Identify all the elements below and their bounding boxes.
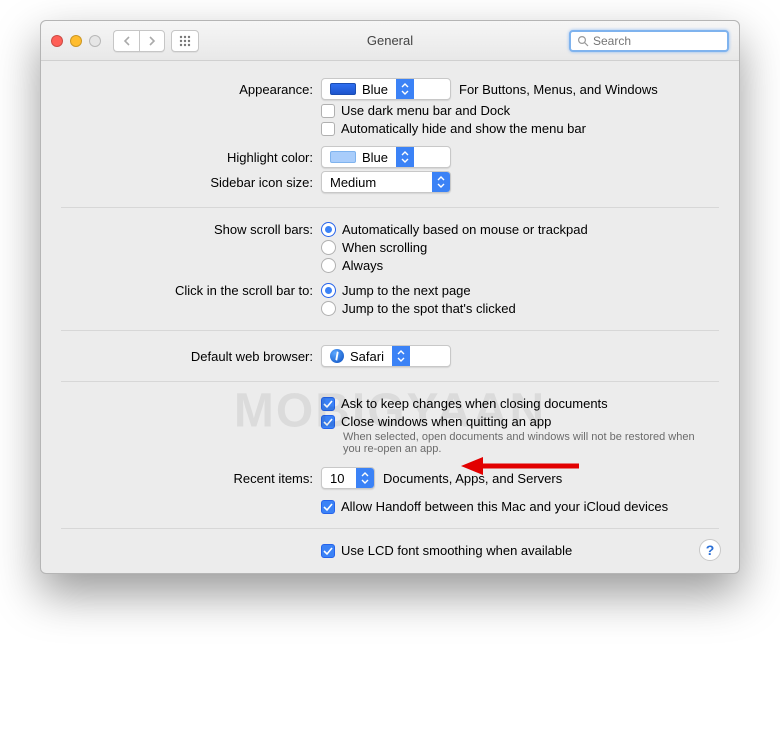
close-windows-checkbox[interactable]: Close windows when quitting an app [321, 414, 703, 429]
appearance-value: Blue [362, 82, 388, 97]
blue-swatch-icon [330, 83, 356, 95]
default-browser-popup[interactable]: Safari [321, 345, 451, 367]
appearance-popup[interactable]: Blue [321, 78, 451, 100]
highlight-color-popup[interactable]: Blue [321, 146, 451, 168]
jump-next-label: Jump to the next page [342, 283, 471, 298]
sidebar-size-popup[interactable]: Medium [321, 171, 451, 193]
dark-menubar-checkbox[interactable]: Use dark menu bar and Dock [321, 103, 510, 118]
search-icon [577, 35, 589, 47]
safari-icon [330, 349, 344, 363]
updown-arrows-icon [392, 346, 410, 366]
sidebar-size-label: Sidebar icon size: [61, 175, 321, 190]
font-smoothing-checkbox[interactable]: Use LCD font smoothing when available [321, 543, 572, 558]
ask-keep-changes-checkbox[interactable]: Ask to keep changes when closing documen… [321, 396, 608, 411]
separator [61, 330, 719, 331]
close-windows-label: Close windows when quitting an app [341, 414, 551, 429]
scroll-auto-label: Automatically based on mouse or trackpad [342, 222, 588, 237]
general-prefs-window: General MOBIGYAAN Appearance: Blue For B… [40, 20, 740, 574]
show-all-button[interactable] [171, 30, 199, 52]
jump-spot-label: Jump to the spot that's clicked [342, 301, 516, 316]
zoom-icon[interactable] [89, 35, 101, 47]
dark-menubar-label: Use dark menu bar and Dock [341, 103, 510, 118]
updown-arrows-icon [396, 79, 414, 99]
back-forward-group [113, 30, 165, 52]
pane-body: MOBIGYAAN Appearance: Blue For Buttons, … [41, 61, 739, 573]
window-controls [51, 35, 101, 47]
recent-items-note: Documents, Apps, and Servers [383, 471, 562, 486]
help-button[interactable]: ? [699, 539, 721, 561]
ask-keep-changes-label: Ask to keep changes when closing documen… [341, 396, 608, 411]
highlight-value: Blue [362, 150, 388, 165]
scroll-when-label: When scrolling [342, 240, 427, 255]
handoff-label: Allow Handoff between this Mac and your … [341, 499, 668, 514]
sidebar-size-value: Medium [322, 175, 432, 190]
scroll-auto-radio[interactable]: Automatically based on mouse or trackpad [321, 222, 588, 237]
updown-arrows-icon [356, 468, 374, 488]
recent-items-value: 10 [322, 471, 356, 486]
search-input[interactable] [593, 34, 721, 48]
window-title: General [367, 33, 413, 48]
default-browser-value: Safari [350, 349, 384, 364]
recent-items-label: Recent items: [61, 471, 321, 486]
scroll-when-radio[interactable]: When scrolling [321, 240, 427, 255]
autohide-menubar-checkbox[interactable]: Automatically hide and show the menu bar [321, 121, 586, 136]
updown-arrows-icon [396, 147, 414, 167]
appearance-label: Appearance: [61, 82, 321, 97]
scroll-always-radio[interactable]: Always [321, 258, 383, 273]
handoff-checkbox[interactable]: Allow Handoff between this Mac and your … [321, 499, 668, 514]
click-scrollbar-label: Click in the scroll bar to: [61, 283, 321, 298]
highlight-label: Highlight color: [61, 150, 321, 165]
recent-items-popup[interactable]: 10 [321, 467, 375, 489]
jump-spot-radio[interactable]: Jump to the spot that's clicked [321, 301, 516, 316]
close-windows-note: When selected, open documents and window… [343, 431, 703, 455]
scroll-always-label: Always [342, 258, 383, 273]
titlebar: General [41, 21, 739, 61]
minimize-icon[interactable] [70, 35, 82, 47]
highlight-swatch-icon [330, 151, 356, 163]
default-browser-label: Default web browser: [61, 349, 321, 364]
appearance-note: For Buttons, Menus, and Windows [459, 82, 658, 97]
scrollbars-label: Show scroll bars: [61, 222, 321, 237]
separator [61, 528, 719, 529]
updown-arrows-icon [432, 172, 450, 192]
close-icon[interactable] [51, 35, 63, 47]
back-button[interactable] [113, 30, 139, 52]
toolbar-nav [113, 30, 199, 52]
search-field[interactable] [569, 30, 729, 52]
font-smoothing-label: Use LCD font smoothing when available [341, 543, 572, 558]
forward-button[interactable] [139, 30, 165, 52]
jump-next-radio[interactable]: Jump to the next page [321, 283, 471, 298]
separator [61, 207, 719, 208]
autohide-menubar-label: Automatically hide and show the menu bar [341, 121, 586, 136]
separator [61, 381, 719, 382]
